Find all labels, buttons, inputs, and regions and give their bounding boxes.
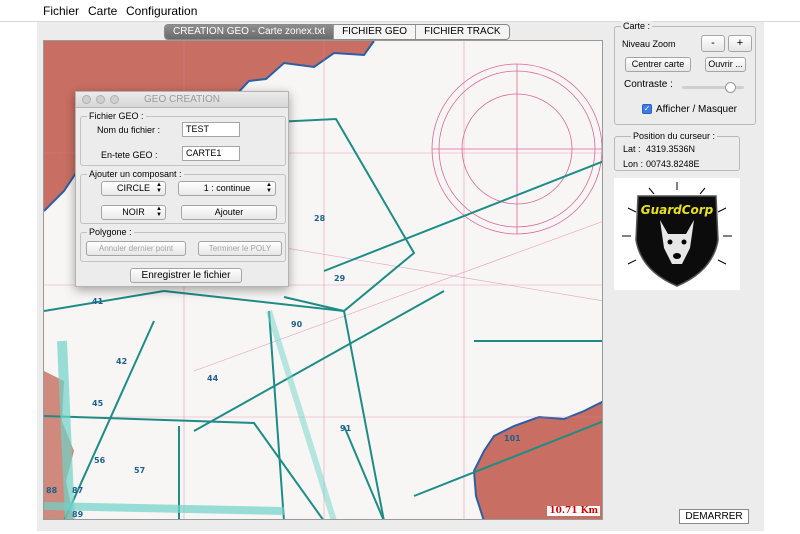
zone-label: 44 <box>207 374 219 383</box>
zone-label: 90 <box>291 320 303 329</box>
entete-geo-label: En-tete GEO : <box>101 150 158 160</box>
menu-fichier[interactable]: Fichier <box>43 4 79 18</box>
tab-fichier-track[interactable]: FICHIER TRACK <box>416 25 509 39</box>
zone-label: 42 <box>116 357 127 366</box>
zoom-in-button[interactable]: + <box>728 35 752 52</box>
select-arrows-icon: ▲ ▼ <box>266 182 272 194</box>
composant-title: Ajouter un composant : <box>87 169 184 179</box>
tab-bar: CREATION GEO - Carte zonex.txt FICHIER G… <box>164 24 510 40</box>
tab-creation-geo[interactable]: CREATION GEO - Carte zonex.txt <box>165 25 335 39</box>
zone-label: 45 <box>92 399 104 408</box>
annuler-point-button[interactable]: Annuler dernier point <box>86 241 186 256</box>
dialog-titlebar[interactable]: GEO CREATION <box>76 92 288 108</box>
zone-label: 101 <box>504 434 521 443</box>
centrer-carte-button[interactable]: Centrer carte <box>625 57 691 72</box>
carte-title: Carte : <box>621 21 653 31</box>
lat-value: 4319.3536N <box>646 144 696 154</box>
select-arrows-icon: ▲ ▼ <box>156 182 162 194</box>
terminer-poly-button[interactable]: Terminer le POLY <box>198 241 282 256</box>
component-type-value: CIRCLE <box>116 183 150 193</box>
logo-text: GuardCorp <box>641 203 714 217</box>
zone-label: 88 <box>46 486 58 495</box>
contrast-slider[interactable] <box>682 82 744 93</box>
zone-label: 91 <box>340 424 352 433</box>
demarrer-button[interactable]: DEMARRER <box>679 509 749 524</box>
menu-bar: Fichier Carte Configuration <box>0 0 800 22</box>
fichier-geo-title: Fichier GEO : <box>87 111 146 121</box>
lat-label: Lat : <box>623 144 641 154</box>
color-value: NOIR <box>122 207 145 217</box>
line-style-select[interactable]: 1 : continue ▲ ▼ <box>178 181 276 196</box>
zone-label: 87 <box>72 486 83 495</box>
zone-label: 57 <box>134 466 145 475</box>
menu-carte[interactable]: Carte <box>88 4 117 18</box>
zone-label: 29 <box>334 274 346 283</box>
dog-shield-logo-icon: GuardCorp <box>622 182 732 287</box>
entete-geo-input[interactable]: CARTE1 <box>182 146 240 161</box>
geo-creation-dialog: GEO CREATION Fichier GEO : Nom du fichie… <box>75 91 289 287</box>
ajouter-button[interactable]: Ajouter <box>181 205 277 220</box>
zoom-label: Niveau Zoom <box>622 39 676 49</box>
map-scale-label: 10.71 Km <box>547 506 600 516</box>
zone-label: 89 <box>72 510 84 519</box>
guardcorp-logo: GuardCorp <box>614 178 740 290</box>
lon-value: 00743.8248E <box>646 159 700 169</box>
nom-fichier-label: Nom du fichier : <box>97 125 161 135</box>
zone-label: 41 <box>92 297 104 306</box>
afficher-masquer-label: Afficher / Masquer <box>656 104 737 115</box>
zoom-out-button[interactable]: - <box>701 35 725 52</box>
select-arrows-icon: ▲ ▼ <box>156 206 162 218</box>
enregistrer-fichier-button[interactable]: Enregistrer le fichier <box>130 268 242 283</box>
zone-label: 56 <box>94 456 106 465</box>
cursor-position-title: Position du curseur : <box>631 131 718 141</box>
zone-label: 28 <box>314 214 326 223</box>
menu-configuration[interactable]: Configuration <box>126 4 197 18</box>
ouvrir-button[interactable]: Ouvrir ... <box>705 57 746 72</box>
polygone-title: Polygone : <box>87 227 134 237</box>
contraste-label: Contraste : <box>624 79 673 90</box>
contrast-slider-knob[interactable] <box>725 82 736 93</box>
lon-label: Lon : <box>623 159 644 169</box>
color-select[interactable]: NOIR ▲ ▼ <box>101 205 166 220</box>
nom-fichier-input[interactable]: TEST <box>182 122 240 137</box>
tab-fichier-geo[interactable]: FICHIER GEO <box>334 25 417 39</box>
dialog-title: GEO CREATION <box>144 94 220 105</box>
component-type-select[interactable]: CIRCLE ▲ ▼ <box>101 181 166 196</box>
afficher-masquer-checkbox[interactable]: ✓ <box>642 104 652 114</box>
line-style-value: 1 : continue <box>203 183 251 193</box>
